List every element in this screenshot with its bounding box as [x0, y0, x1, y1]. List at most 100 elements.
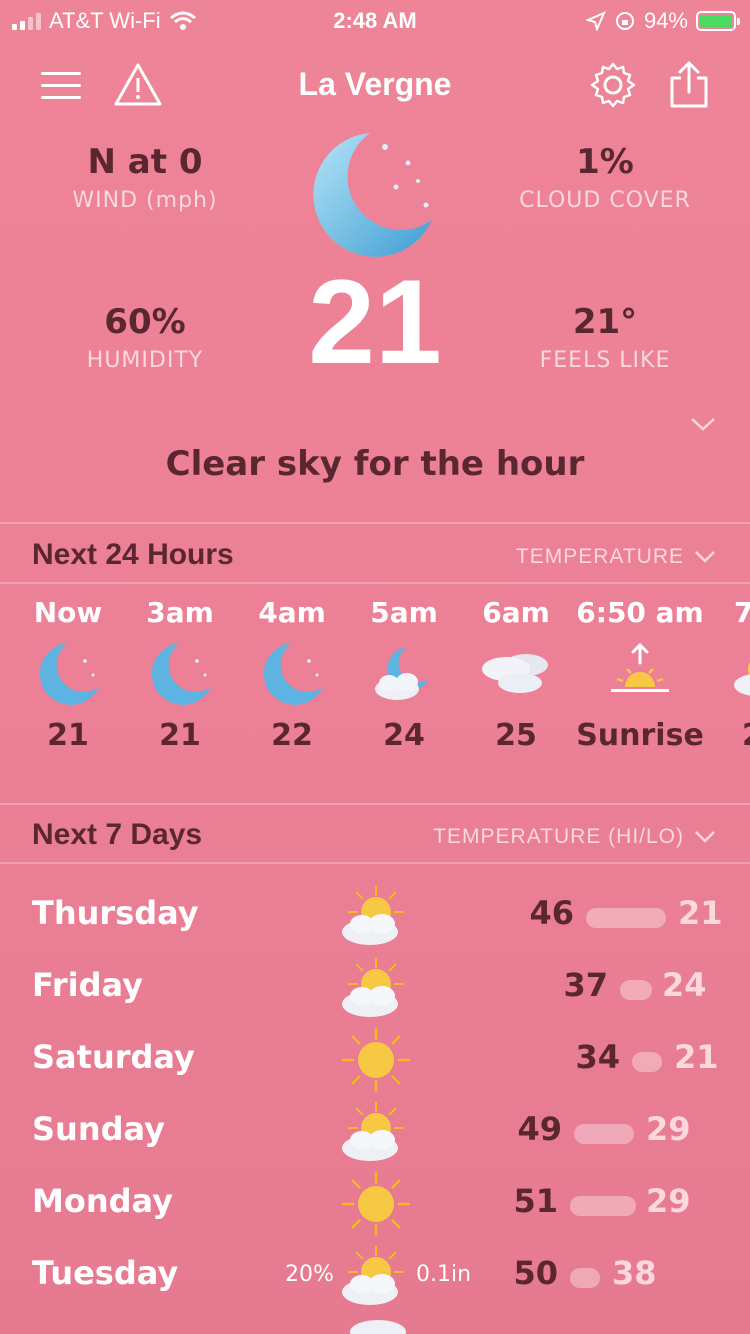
hour-time: 6:50 am: [576, 596, 704, 629]
hour-item: 3am 21: [124, 596, 236, 753]
status-right: 94%: [585, 8, 740, 34]
hourly-sort-label: TEMPERATURE: [515, 545, 684, 568]
precip-chance: 20%: [285, 1262, 334, 1287]
hour-time: 5am: [370, 596, 438, 629]
feels-like-stat: 21° FEELS LIKE: [485, 302, 725, 373]
day-high: 50: [513, 1254, 558, 1292]
temp-range-bar: [632, 1052, 662, 1072]
daily-sort-label: TEMPERATURE (HI/LO): [433, 825, 684, 848]
hourly-section-title: Next 24 Hours: [32, 538, 234, 571]
wind-value: N at 0: [87, 142, 203, 182]
app-header: La Vergne: [0, 52, 750, 118]
moon-cloud-icon: [348, 636, 460, 712]
sun-cloud-icon: [342, 1102, 404, 1161]
hour-value: Sunrise: [576, 718, 704, 753]
current-temperature: 21: [308, 255, 442, 389]
sun-cloud-icon: [342, 958, 404, 1017]
status-bar: AT&T Wi-Fi 2:48 AM 94%: [0, 0, 750, 40]
day-high: 51: [513, 1182, 558, 1220]
hour-item: Now 21: [12, 596, 124, 753]
divider: [0, 582, 750, 584]
day-high: 34: [575, 1038, 620, 1076]
sunrise-icon: [572, 636, 708, 712]
moon-icon: [124, 636, 236, 712]
day-name: Sunday: [32, 1110, 165, 1148]
day-name: Monday: [32, 1182, 173, 1220]
daily-row[interactable]: Saturday 34 21: [0, 1026, 750, 1098]
hour-time: 7: [734, 596, 750, 629]
cloud-icon: [350, 1320, 406, 1334]
chevron-down-icon: [695, 831, 715, 843]
hour-item: 4am 22: [236, 596, 348, 753]
divider: [0, 862, 750, 864]
daily-sort-dropdown[interactable]: TEMPERATURE (HI/LO): [433, 825, 716, 849]
temp-range-bar: [620, 980, 652, 1000]
day-low: 21: [678, 894, 723, 932]
chevron-down-icon: [695, 551, 715, 563]
cloud-label: CLOUD COVER: [519, 188, 691, 213]
daily-row[interactable]: Thursday 46 21: [0, 882, 750, 954]
daily-row[interactable]: Sunday 49 29: [0, 1098, 750, 1170]
temp-range-bar: [574, 1124, 634, 1144]
daily-section-title: Next 7 Days: [32, 818, 203, 851]
moon-icon: [12, 636, 124, 712]
day-low: 29: [646, 1182, 691, 1220]
wind-label: WIND (mph): [72, 188, 218, 213]
daily-row[interactable]: Monday 51 29: [0, 1170, 750, 1242]
hour-value: 21: [159, 718, 201, 753]
day-high: 37: [563, 966, 608, 1004]
sun-cloud-icon: [342, 1246, 404, 1305]
hour-item: 7 2: [712, 596, 750, 753]
hourly-sort-dropdown[interactable]: TEMPERATURE: [516, 545, 716, 569]
sun-cloud-icon: [712, 636, 750, 712]
hourly-strip[interactable]: Now 21 3am 21 4am 22 5am 24 6am 25 6:50 …: [0, 596, 750, 786]
sun-icon: [342, 1028, 410, 1092]
gear-icon[interactable]: [588, 60, 638, 110]
day-low: 38: [612, 1254, 657, 1292]
daily-row[interactable]: Tuesday 20% 0.1in 50 38: [0, 1242, 750, 1314]
temp-range-bar: [570, 1268, 600, 1288]
feels-like-label: FEELS LIKE: [539, 348, 671, 373]
day-name: Thursday: [32, 894, 199, 932]
chevron-down-icon[interactable]: [690, 416, 716, 432]
hour-time: Now: [33, 596, 103, 629]
hour-item: 5am 24: [348, 596, 460, 753]
humidity-label: HUMIDITY: [86, 348, 204, 373]
hour-time: 3am: [146, 596, 214, 629]
humidity-value: 60%: [104, 302, 186, 342]
daily-row[interactable]: Friday 37 24: [0, 954, 750, 1026]
day-low: 21: [674, 1038, 719, 1076]
location-icon: [585, 11, 606, 31]
day-name: Friday: [32, 966, 143, 1004]
battery-icon: [696, 11, 740, 31]
feels-like-value: 21°: [572, 302, 638, 342]
hour-value: 21: [47, 718, 89, 753]
day-high: 49: [517, 1110, 562, 1148]
divider: [0, 803, 750, 805]
hour-value: 2: [712, 718, 750, 753]
day-name: Tuesday: [32, 1254, 179, 1292]
hour-time: 6am: [482, 596, 550, 629]
hour-value: 24: [383, 718, 425, 753]
wind-stat: N at 0 WIND (mph): [25, 142, 265, 213]
battery-label: 94%: [643, 8, 688, 33]
precip-amount: 0.1in: [416, 1262, 472, 1287]
day-low: 29: [646, 1110, 691, 1148]
hour-summary: Clear sky for the hour: [165, 444, 585, 484]
sun-cloud-icon: [342, 886, 404, 945]
temp-range-bar: [586, 908, 666, 928]
cloud-value: 1%: [576, 142, 634, 182]
day-high: 46: [529, 894, 574, 932]
hour-value: 22: [271, 718, 313, 753]
humidity-stat: 60% HUMIDITY: [25, 302, 265, 373]
hour-time: 4am: [258, 596, 326, 629]
day-low: 24: [662, 966, 707, 1004]
share-icon[interactable]: [664, 60, 714, 110]
sun-icon: [342, 1172, 410, 1236]
day-name: Saturday: [32, 1038, 195, 1076]
moon-icon: [313, 133, 432, 257]
rotation-lock-icon: [615, 12, 634, 30]
hour-item: 6:50 am Sunrise: [572, 596, 708, 753]
temp-range-bar: [570, 1196, 636, 1216]
divider: [0, 522, 750, 524]
